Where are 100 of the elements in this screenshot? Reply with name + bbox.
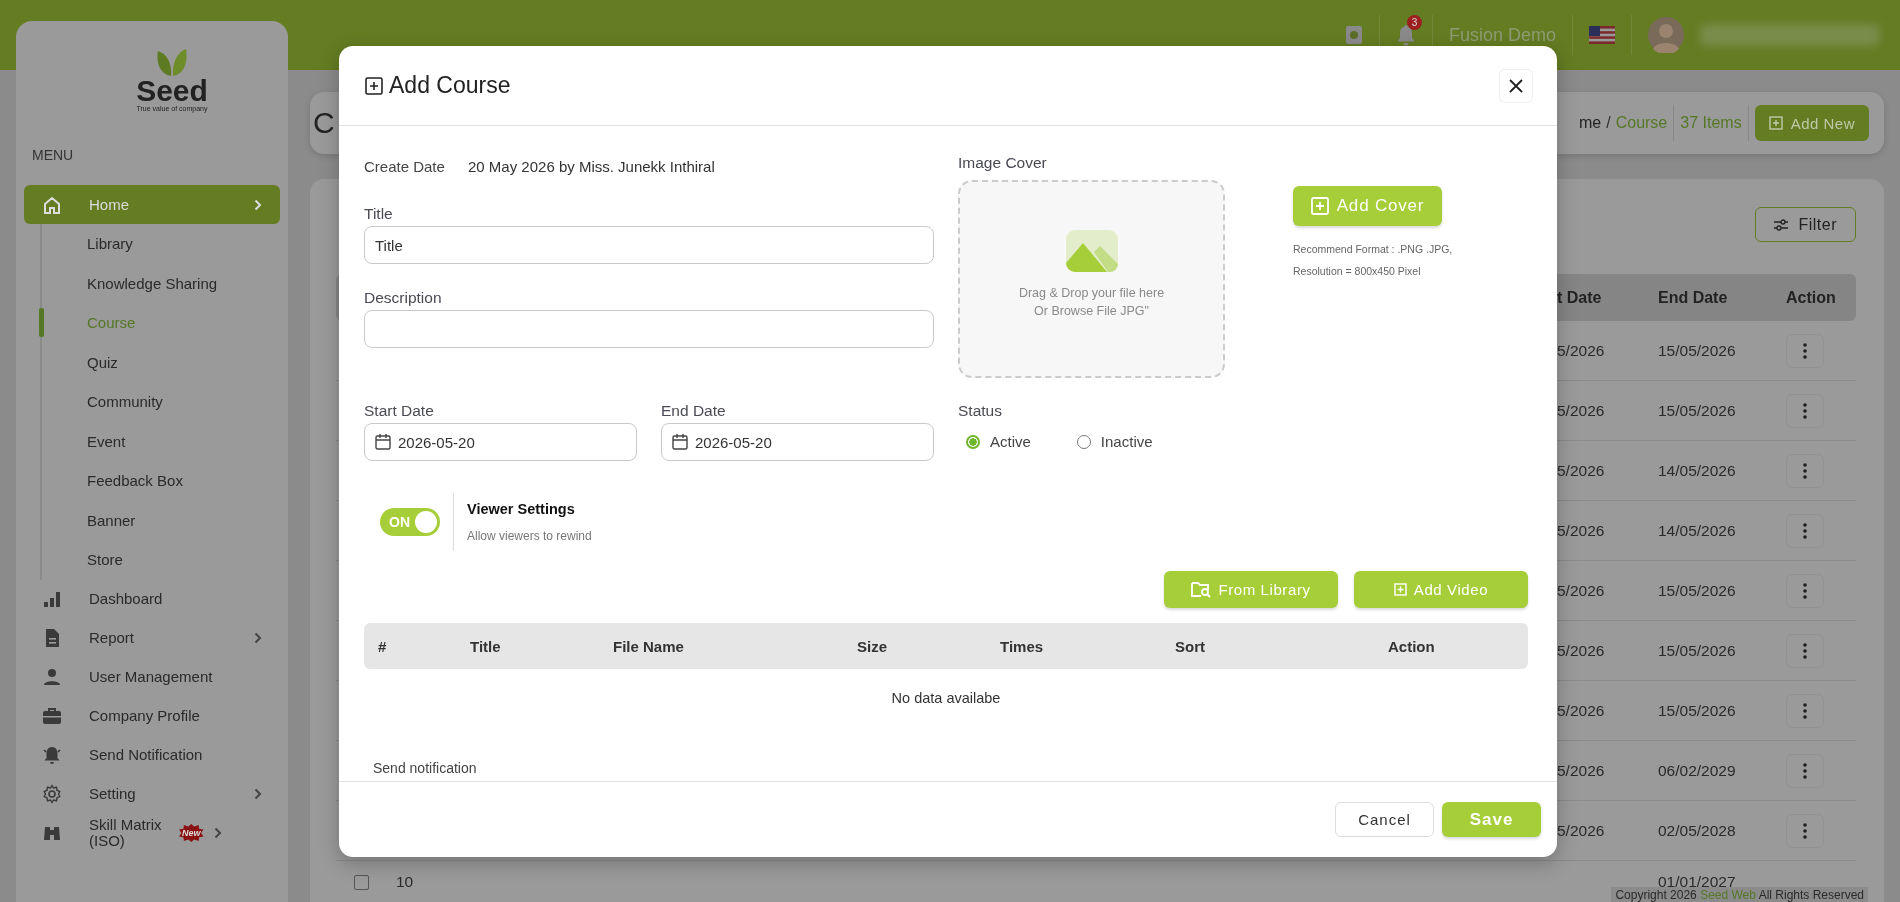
column-header: t Date — [1557, 288, 1603, 307]
table-cell-text: 5/2026 — [1557, 701, 1606, 720]
selection-indicator — [39, 308, 44, 337]
cancel-button[interactable]: Cancel — [1335, 802, 1434, 837]
table-cell-text: 15/05/2026 — [1658, 581, 1737, 600]
plus-square-icon — [1310, 197, 1329, 215]
submenu-item[interactable]: Library — [87, 235, 133, 253]
submenu-item[interactable]: Community — [87, 393, 163, 411]
close-button[interactable] — [1499, 68, 1533, 103]
kebab-icon — [1803, 762, 1807, 779]
more-actions-button[interactable] — [1786, 693, 1824, 728]
notification-count: 3 — [1406, 15, 1422, 30]
radio-option[interactable]: Active — [966, 433, 1031, 450]
format-hint: Recommend Format : .PNG .JPG, — [1293, 242, 1453, 257]
briefcase-icon — [42, 706, 62, 726]
folder-search-icon — [1191, 581, 1212, 598]
more-actions-button[interactable] — [1786, 333, 1824, 368]
filter-button[interactable]: Filter — [1755, 207, 1856, 242]
field-label: Image Cover — [958, 154, 1048, 172]
table-cell-text: 5/2026 — [1557, 821, 1606, 840]
menu-item[interactable]: Setting — [24, 774, 280, 814]
table-cell-text: 14/05/2026 — [1658, 461, 1737, 480]
kebab-icon — [1803, 702, 1807, 719]
more-actions-button[interactable] — [1786, 573, 1824, 608]
column-header: Title — [470, 637, 501, 655]
more-actions-button[interactable] — [1786, 633, 1824, 668]
more-actions-button[interactable] — [1786, 813, 1824, 848]
column-header: Size — [857, 637, 887, 655]
chevron-right-icon — [213, 827, 222, 839]
field-label: End Date — [661, 402, 727, 420]
breadcrumb-link[interactable]: me — [1579, 114, 1602, 132]
submenu-item[interactable]: Feedback Box — [87, 472, 183, 490]
title-input[interactable]: Title — [364, 226, 934, 264]
chevron-right-icon — [254, 788, 262, 800]
menu-item[interactable]: User Management — [24, 657, 280, 697]
menu-item[interactable]: Report — [24, 618, 280, 658]
plus-square-icon — [1393, 583, 1407, 596]
add-new-button[interactable]: Add New — [1754, 105, 1869, 141]
more-actions-button[interactable] — [1786, 753, 1824, 788]
setting-description: Allow viewers to rewind — [467, 529, 592, 543]
table-cell-text: 5/2026 — [1557, 521, 1606, 540]
bar-chart-icon — [42, 589, 62, 609]
more-actions-button[interactable] — [1786, 453, 1824, 488]
menu-item[interactable]: Home — [24, 185, 280, 224]
submenu-item[interactable]: Knowledge Sharing — [87, 274, 218, 292]
square-icon[interactable] — [1344, 25, 1363, 45]
submenu-item[interactable]: Store — [87, 551, 123, 569]
radio-option[interactable]: Inactive — [1076, 433, 1153, 450]
field-label: Start Date — [364, 402, 435, 420]
column-header: End Date — [1658, 288, 1729, 307]
calendar-icon — [375, 433, 391, 450]
kebab-icon — [1803, 522, 1807, 539]
plus-square-icon — [1768, 116, 1783, 130]
table-cell-text: 5/2026 — [1557, 461, 1606, 480]
image-drop-zone[interactable]: Drag & Drop your file here Or Browse File JPG" — [958, 180, 1225, 378]
column-header: File Name — [613, 637, 684, 655]
bell-icon — [42, 745, 62, 765]
image-icon — [1065, 230, 1118, 272]
menu-item[interactable]: Company Profile — [24, 696, 280, 736]
leaf-icon — [155, 47, 189, 77]
more-actions-button[interactable] — [1786, 513, 1824, 548]
bell-icon[interactable] — [1395, 24, 1416, 46]
create-date-value: 20 May 2026 by Miss. Junekk Inthiral — [468, 157, 715, 175]
column-header: Sort — [1175, 637, 1205, 655]
chevron-right-icon — [254, 198, 262, 211]
flag-icon[interactable] — [1589, 26, 1615, 44]
table-cell-text: 15/05/2026 — [1658, 341, 1737, 360]
date-input[interactable]: 2026-05-20 — [364, 423, 637, 461]
submenu-item[interactable]: Banner — [87, 511, 136, 529]
kebab-icon — [1803, 822, 1807, 839]
sliders-icon — [1774, 218, 1789, 231]
new-badge: New — [179, 824, 204, 842]
submenu-item[interactable]: Quiz — [87, 353, 118, 371]
menu-item[interactable]: Dashboard — [24, 579, 280, 619]
dialog-title: Add Course — [389, 72, 512, 99]
menu-item[interactable]: Skill Matrix (ISO) New — [24, 813, 280, 853]
row-checkbox[interactable] — [354, 875, 369, 890]
submenu-item[interactable]: Event — [87, 432, 126, 450]
date-input[interactable]: 2026-05-20 — [661, 423, 934, 461]
send-notification-label: Send notification — [372, 760, 478, 776]
avatar-icon[interactable] — [1648, 17, 1684, 53]
calendar-icon — [672, 433, 688, 450]
chevron-right-icon — [254, 632, 262, 644]
logo-text: Seed — [136, 77, 208, 105]
column-header: # — [378, 637, 387, 655]
table-cell-text: 10 — [396, 873, 415, 891]
field-label: Title — [364, 205, 394, 223]
table-cell-text: 01/01/2027 — [1658, 873, 1737, 890]
format-hint: Resolution = 800x450 Pixel — [1293, 264, 1422, 279]
table-cell-text: 5/2026 — [1557, 761, 1606, 780]
empty-message: No data availabe — [890, 689, 1002, 708]
table-cell-text: 14/05/2026 — [1658, 521, 1737, 540]
kebab-icon — [1803, 582, 1807, 599]
description-input[interactable] — [364, 310, 934, 348]
menu-label: MENU — [32, 147, 75, 163]
table-cell-text: 5/2026 — [1557, 341, 1606, 360]
menu-item[interactable]: Send Notification — [24, 735, 280, 775]
kebab-icon — [1803, 342, 1807, 359]
item-count: 37 Items — [1680, 114, 1742, 132]
more-actions-button[interactable] — [1786, 393, 1824, 428]
